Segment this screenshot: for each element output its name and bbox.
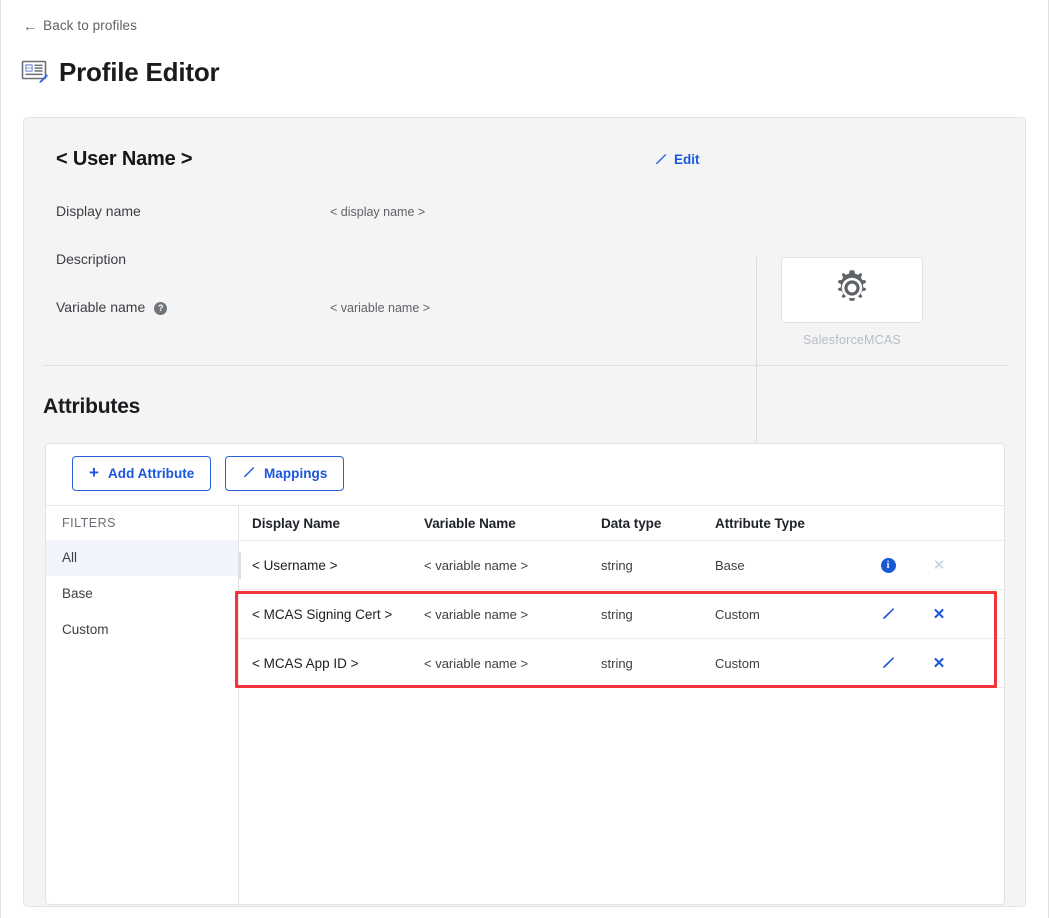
close-glyph: ✕ xyxy=(933,558,946,573)
question-mark-icon[interactable]: ? xyxy=(154,302,167,315)
profile-summary: < User Name > Display name < display nam… xyxy=(24,118,1025,366)
close-icon[interactable]: ✕ xyxy=(928,603,950,625)
profile-editor-page: ← Back to profiles Profile Editor < User xyxy=(0,0,1049,918)
attributes-table: Display Name Variable Name Data type Att… xyxy=(239,506,1004,904)
cell-variable-name: < variable name > xyxy=(424,558,528,573)
back-arrow-icon: ← xyxy=(23,19,37,33)
cell-variable-name: < variable name > xyxy=(424,656,528,671)
cell-attribute-type: Custom xyxy=(715,656,760,671)
app-logo-caption: SalesforceMCAS xyxy=(781,333,923,347)
profile-details: < User Name > Display name < display nam… xyxy=(56,148,736,347)
gear-icon xyxy=(831,267,873,314)
table-header-row: Display Name Variable Name Data type Att… xyxy=(239,506,1004,541)
cell-variable-name: < variable name > xyxy=(424,607,528,622)
cell-display-name: < MCAS App ID > xyxy=(252,656,359,671)
field-value: < variable name > xyxy=(330,301,430,315)
attributes-heading: Attributes xyxy=(43,395,140,419)
app-logo: SalesforceMCAS xyxy=(781,257,923,347)
cell-attribute-type: Custom xyxy=(715,607,760,622)
field-value: < display name > xyxy=(330,205,425,219)
close-icon[interactable]: ✕ xyxy=(928,554,950,576)
app-logo-box xyxy=(781,257,923,323)
info-icon[interactable]: i xyxy=(877,554,899,576)
column-header-display-name: Display Name xyxy=(252,516,340,531)
filter-item-base[interactable]: Base xyxy=(46,576,238,612)
attributes-panel: + Add Attribute Mappings FILTERS All Bas… xyxy=(45,443,1005,905)
filter-item-all[interactable]: All xyxy=(46,540,238,576)
back-to-profiles-label: Back to profiles xyxy=(43,18,137,33)
column-header-attribute-type: Attribute Type xyxy=(715,516,805,531)
field-display-name: Display name < display name > xyxy=(56,203,736,251)
close-icon[interactable]: ✕ xyxy=(928,652,950,674)
mappings-button[interactable]: Mappings xyxy=(225,456,344,491)
field-label: Description xyxy=(56,251,126,267)
filters-title: FILTERS xyxy=(46,506,238,540)
profile-editor-card: < User Name > Display name < display nam… xyxy=(23,117,1026,907)
edit-profile-label: Edit xyxy=(674,152,700,167)
plus-icon: + xyxy=(89,464,99,481)
field-label: Display name xyxy=(56,203,141,219)
filters-sidebar: FILTERS All Base Custom xyxy=(46,506,239,904)
pencil-icon xyxy=(242,466,255,482)
edit-profile-button[interactable]: Edit xyxy=(654,152,700,167)
pencil-icon[interactable] xyxy=(877,603,899,625)
cell-data-type: string xyxy=(601,558,633,573)
page-header: Profile Editor xyxy=(21,58,219,86)
field-variable-name: Variable name? < variable name > xyxy=(56,299,736,347)
column-header-data-type: Data type xyxy=(601,516,661,531)
cell-data-type: string xyxy=(601,607,633,622)
pencil-icon xyxy=(654,153,667,166)
field-description: Description xyxy=(56,251,736,299)
add-attribute-button[interactable]: + Add Attribute xyxy=(72,456,211,491)
table-row[interactable]: < Username > < variable name > string Ba… xyxy=(239,541,1004,590)
table-row[interactable]: < MCAS Signing Cert > < variable name > … xyxy=(239,590,1004,639)
profile-card-edit-icon xyxy=(21,58,49,86)
column-header-variable-name: Variable Name xyxy=(424,516,516,531)
pencil-icon[interactable] xyxy=(877,652,899,674)
page-title: Profile Editor xyxy=(59,59,219,85)
cell-data-type: string xyxy=(601,656,633,671)
table-row[interactable]: < MCAS App ID > < variable name > string… xyxy=(239,639,1004,688)
attributes-toolbar: + Add Attribute Mappings xyxy=(46,444,1004,506)
close-glyph: ✕ xyxy=(933,607,946,622)
row-accent-bar xyxy=(239,552,241,579)
mappings-label: Mappings xyxy=(264,466,327,481)
cell-attribute-type: Base xyxy=(715,558,745,573)
close-glyph: ✕ xyxy=(933,656,946,671)
profile-user-name: < User Name > xyxy=(56,148,736,171)
info-badge: i xyxy=(881,558,896,573)
cell-display-name: < Username > xyxy=(252,558,338,573)
field-label: Variable name? xyxy=(56,299,167,315)
back-to-profiles-link[interactable]: ← Back to profiles xyxy=(23,18,137,33)
section-divider xyxy=(42,365,1009,366)
cell-display-name: < MCAS Signing Cert > xyxy=(252,607,392,622)
add-attribute-label: Add Attribute xyxy=(108,466,194,481)
field-label-text: Variable name xyxy=(56,299,145,315)
filter-item-custom[interactable]: Custom xyxy=(46,612,238,648)
profile-vertical-divider xyxy=(756,257,757,461)
